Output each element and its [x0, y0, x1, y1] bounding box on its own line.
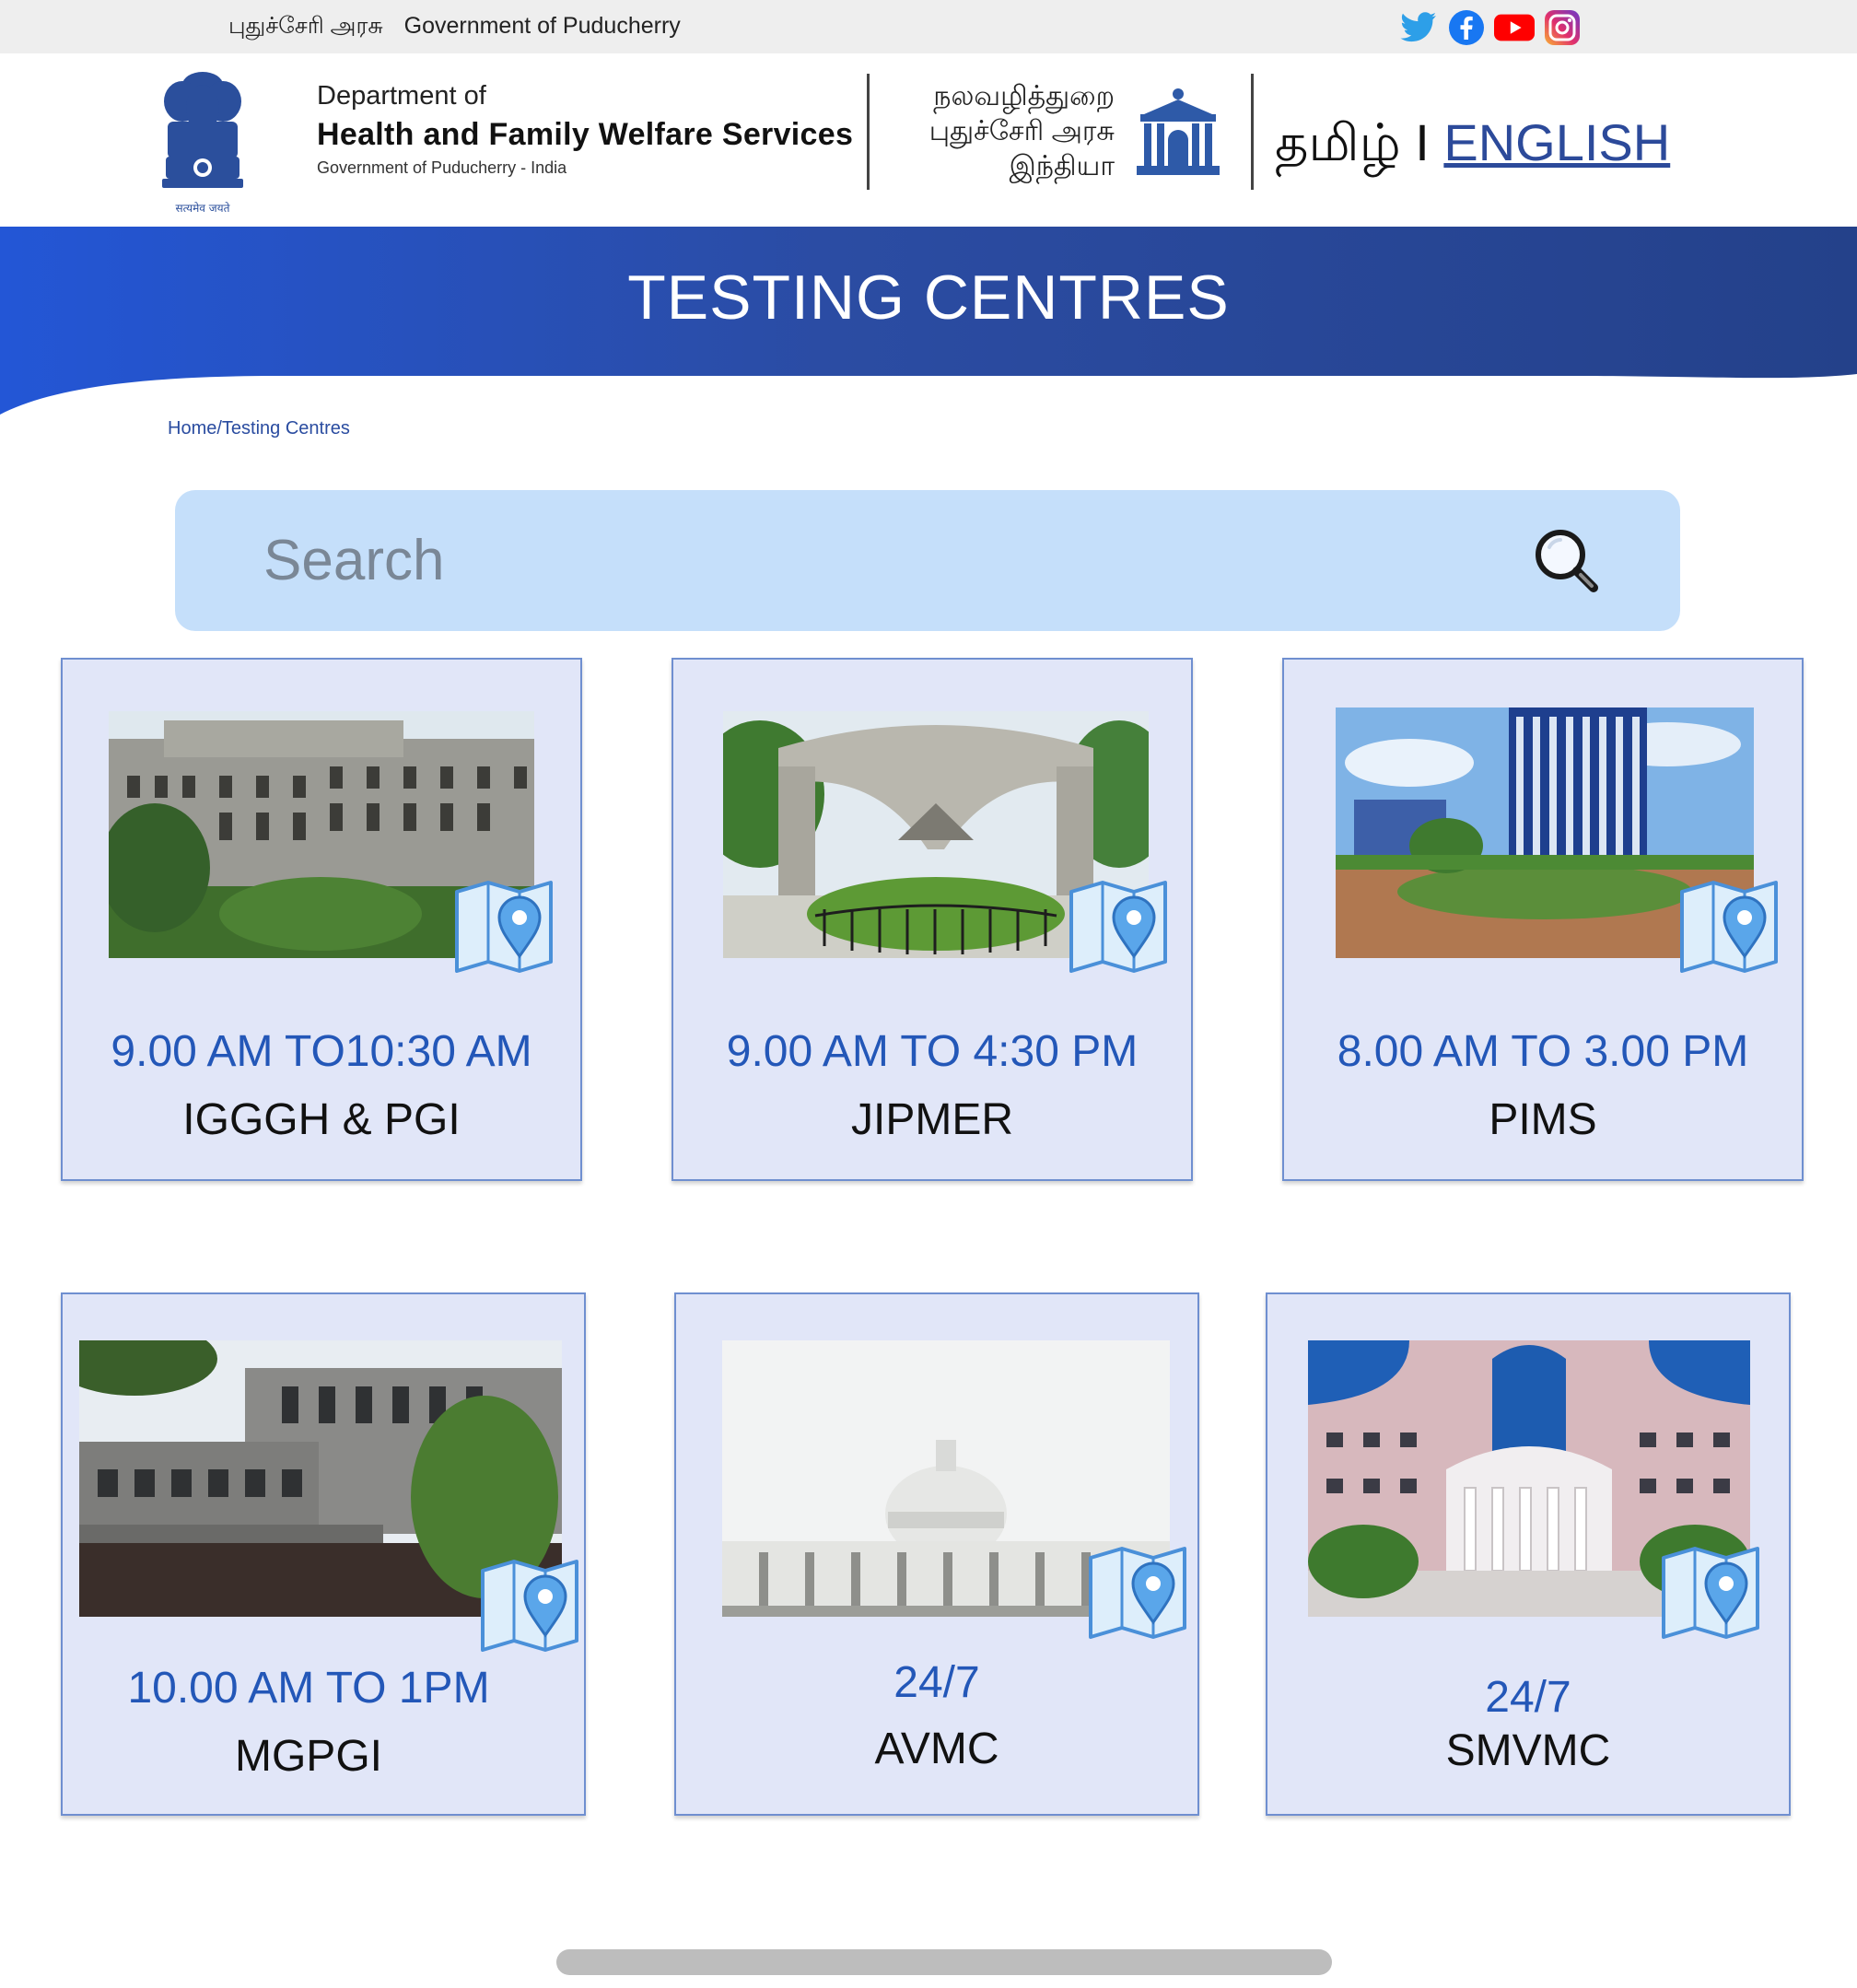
centre-timing: 24/7 — [1485, 1673, 1571, 1722]
centre-name: IGGGH & PGI — [182, 1095, 461, 1144]
tamil-line-1: நலவழித்துறை — [933, 81, 1115, 111]
header-divider — [867, 74, 870, 190]
map-location-icon[interactable] — [1660, 1545, 1761, 1641]
centre-card[interactable]: 24/7 AVMC — [674, 1292, 1199, 1816]
centre-timing: 24/7 — [893, 1658, 980, 1707]
government-building-icon — [1135, 87, 1221, 179]
emblem-caption: सत्यमेव जयते — [176, 202, 231, 215]
language-english-link[interactable]: ENGLISH — [1443, 113, 1670, 171]
tamil-department-title: நலவழித்துறை புதுச்சேரி அரசு இந்தியா — [877, 79, 1115, 184]
search-input[interactable] — [263, 523, 1461, 597]
department-line-3: Government of Puducherry - India — [317, 158, 567, 177]
centre-name: MGPGI — [234, 1732, 382, 1781]
map-location-icon[interactable] — [1678, 879, 1780, 975]
facebook-icon[interactable] — [1446, 7, 1487, 48]
national-emblem-logo[interactable]: सत्यमेव जयते — [147, 64, 258, 221]
centre-name: SMVMC — [1445, 1726, 1611, 1775]
government-label: புதுச்சேரி அரசு Government of Puducherry — [228, 13, 695, 42]
department-line-2: Health and Family Welfare Services — [317, 117, 854, 152]
centre-name: PIMS — [1489, 1095, 1597, 1144]
centre-timing: 9.00 AM TO10:30 AM — [111, 1027, 532, 1076]
language-switcher: தமிழ் I ENGLISH — [1275, 112, 1670, 180]
centre-card[interactable]: 10.00 AM TO 1PM MGPGI — [61, 1292, 586, 1816]
department-line-1: Department of — [317, 81, 486, 111]
search-bar — [175, 490, 1680, 631]
twitter-icon[interactable] — [1398, 7, 1439, 48]
centre-card[interactable]: 9.00 AM TO 4:30 PM JIPMER — [672, 658, 1193, 1181]
centre-name: JIPMER — [850, 1095, 1013, 1144]
youtube-icon[interactable] — [1494, 7, 1535, 48]
horizontal-scrollbar[interactable] — [556, 1949, 1332, 1975]
centre-timing: 10.00 AM TO 1PM — [127, 1664, 490, 1713]
centre-timing: 9.00 AM TO 4:30 PM — [726, 1027, 1139, 1076]
centre-card[interactable]: 9.00 AM TO10:30 AM IGGGH & PGI — [61, 658, 582, 1181]
site-header: सत्यमेव जयते Department of Health and Fa… — [0, 53, 1857, 227]
centre-card[interactable]: 8.00 AM TO 3.00 PM PIMS — [1282, 658, 1804, 1181]
social-links — [1398, 7, 1583, 48]
language-tamil-link[interactable]: தமிழ் — [1275, 113, 1401, 171]
tamil-line-3: இந்தியா — [1009, 151, 1115, 181]
top-strip: புதுச்சேரி அரசு Government of Puducherry — [0, 0, 1857, 53]
instagram-icon[interactable] — [1542, 7, 1583, 48]
map-location-icon[interactable] — [1087, 1545, 1188, 1641]
map-location-icon[interactable] — [453, 879, 555, 975]
centre-name: AVMC — [874, 1725, 999, 1773]
centre-timing: 8.00 AM TO 3.00 PM — [1337, 1027, 1749, 1076]
department-title: Department of Health and Family Welfare … — [317, 81, 853, 178]
centre-card[interactable]: 24/7 SMVMC — [1266, 1292, 1791, 1816]
breadcrumb[interactable]: Home/Testing Centres — [168, 418, 350, 439]
tamil-line-2: புதுச்சேரி அரசு — [928, 116, 1115, 146]
page-title: TESTING CENTRES — [627, 263, 1230, 333]
map-location-icon[interactable] — [1068, 879, 1169, 975]
government-english: Government of Puducherry — [403, 13, 681, 39]
government-tamil: புதுச்சேரி அரசு — [228, 13, 383, 39]
language-separator: I — [1415, 113, 1430, 171]
header-divider-2 — [1251, 74, 1254, 190]
search-icon[interactable] — [1529, 525, 1605, 601]
map-location-icon[interactable] — [479, 1558, 580, 1654]
